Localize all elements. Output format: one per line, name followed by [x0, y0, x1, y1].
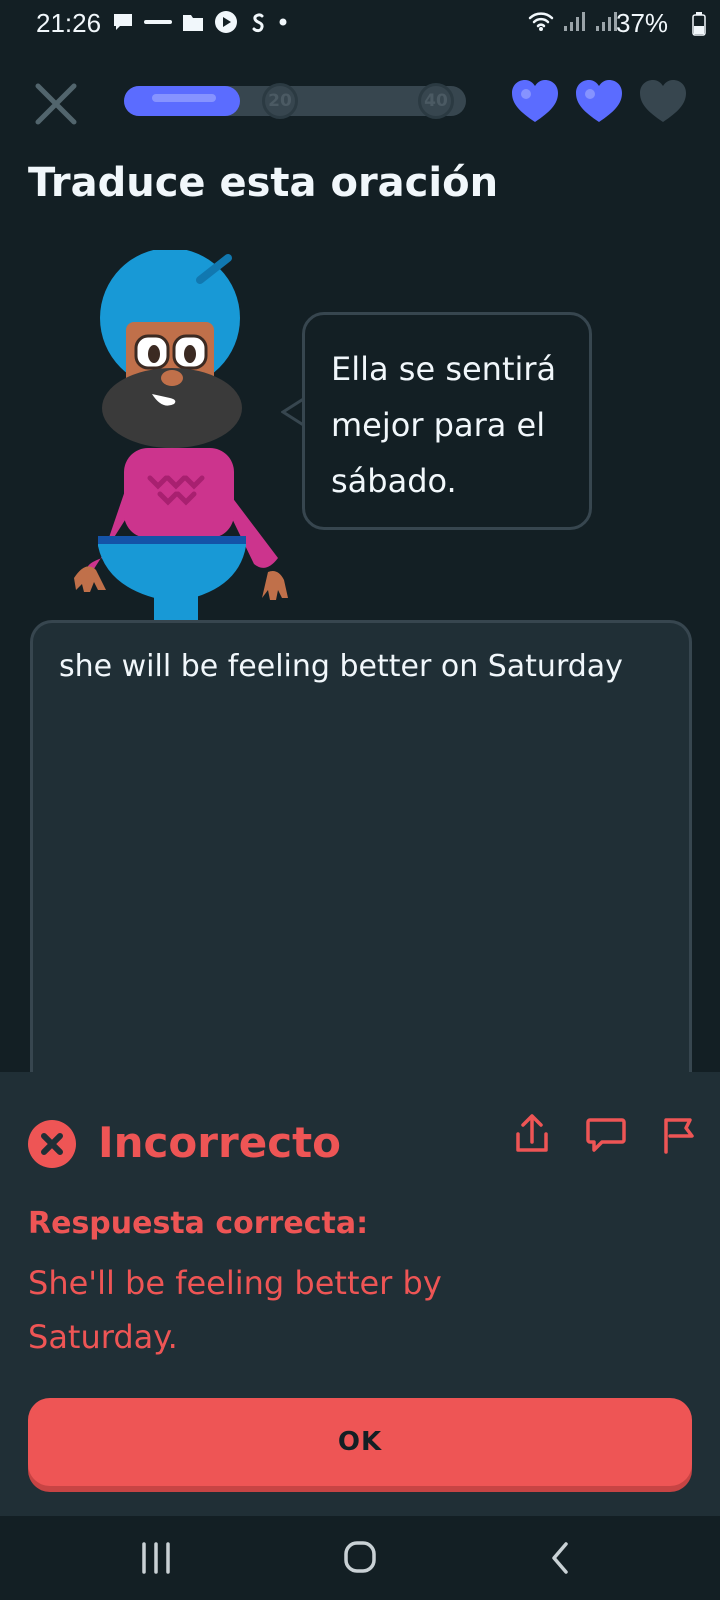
- status-time: 21:26: [36, 8, 102, 38]
- heart-empty-icon: [640, 80, 686, 122]
- back-button[interactable]: [536, 1536, 584, 1580]
- correct-answer-text: She'll be feeling better by Saturday.: [28, 1264, 442, 1356]
- close-icon: [35, 83, 77, 125]
- share-button[interactable]: [510, 1112, 554, 1156]
- home-icon: [344, 1541, 376, 1573]
- incorrect-icon: [28, 1120, 76, 1168]
- system-status-icons: [528, 10, 618, 32]
- ok-button[interactable]: OK: [28, 1398, 692, 1486]
- close-lesson-button[interactable]: [32, 80, 80, 128]
- wifi-icon: [528, 12, 554, 31]
- battery-icon: [692, 12, 706, 36]
- signal-icon: [564, 12, 585, 31]
- home-button[interactable]: [336, 1536, 384, 1580]
- answer-text: she will be feeling better on Saturday: [59, 649, 623, 684]
- hearts-counter: [510, 78, 688, 126]
- heart-full-icon: [576, 80, 622, 122]
- back-icon: [552, 1542, 568, 1574]
- share-icon: [516, 1114, 548, 1152]
- progress-milestone: 20: [262, 83, 298, 119]
- dot-icon: [279, 18, 287, 26]
- feedback-panel: Incorrecto Respuesta correcta: She'll be…: [0, 1072, 720, 1516]
- recent-apps-icon: [142, 1542, 170, 1574]
- feedback-actions: [510, 1112, 702, 1156]
- discussion-button[interactable]: [584, 1112, 628, 1156]
- character-illustration: [74, 250, 288, 620]
- folder-icon: [183, 15, 203, 31]
- status-bar: 21:26 37%: [0, 0, 720, 46]
- shazam-icon: [252, 13, 264, 33]
- report-button[interactable]: [658, 1112, 702, 1156]
- report-flag-icon: [664, 1118, 694, 1154]
- play-icon: [215, 11, 237, 33]
- answer-textarea[interactable]: she will be feeling better on Saturday: [30, 620, 692, 1080]
- page-title: Traduce esta oración: [28, 160, 499, 206]
- chat-bubble-icon: [114, 14, 132, 30]
- speech-bubble: Ella se sentirá mejor para el sábado.: [302, 312, 592, 530]
- notification-icons: [112, 10, 288, 34]
- comment-icon: [586, 1118, 626, 1152]
- progress-milestone: 40: [418, 83, 454, 119]
- progress-shine: [152, 94, 216, 102]
- feedback-status: Incorrecto: [98, 1118, 342, 1167]
- system-nav-bar: [0, 1516, 720, 1600]
- battery-level: 37%: [616, 8, 669, 38]
- correct-answer-label: Respuesta correcta:: [28, 1206, 369, 1241]
- heart-full-icon: [512, 80, 558, 122]
- recent-apps-button[interactable]: [132, 1536, 180, 1580]
- lesson-progress-bar: 20 40: [124, 83, 466, 119]
- progress-fill: [124, 86, 241, 116]
- coursera-icon: [144, 20, 172, 24]
- signal-icon: [596, 12, 617, 31]
- prompt-sentence[interactable]: Ella se sentirá mejor para el sábado.: [331, 341, 563, 509]
